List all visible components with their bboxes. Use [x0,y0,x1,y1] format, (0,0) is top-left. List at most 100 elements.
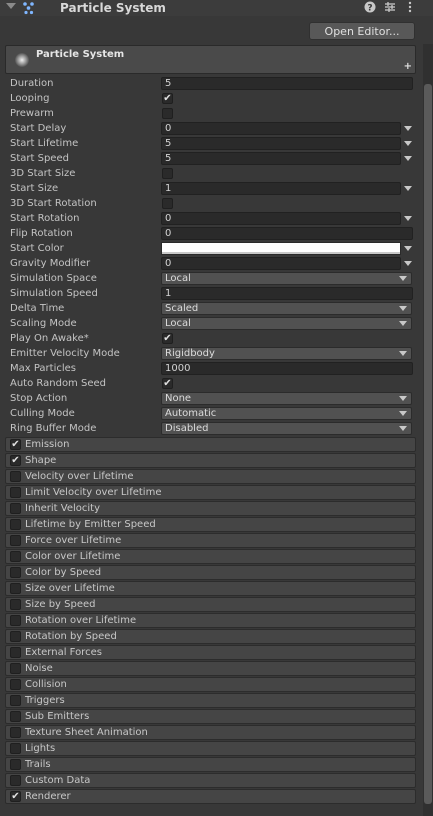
module-name-emission: Emission [25,439,70,450]
property-popup-simulation-space[interactable]: Local [161,272,412,285]
property-row-play-on-awake: Play On Awake* ✔ [0,331,420,346]
module-toggle-custom-data[interactable] [10,775,21,786]
module-name-size-by-speed: Size by Speed [25,599,96,610]
module-toggle-size-over-lifetime[interactable] [10,583,21,594]
scrollbar[interactable] [423,44,433,816]
property-field-start-size[interactable]: 1 [161,182,401,195]
module-noise[interactable]: Noise [5,661,416,676]
module-emission[interactable]: ✔ Emission [5,437,416,452]
module-lifetime-by-emitter-speed[interactable]: Lifetime by Emitter Speed [5,517,416,532]
open-editor-button[interactable]: Open Editor... [309,22,415,40]
module-toggle-velocity-over-lifetime[interactable] [10,471,21,482]
main-module-header[interactable]: Particle System + [5,45,416,74]
property-checkbox-3d-start-rotation[interactable] [162,198,173,209]
module-toggle-shape[interactable]: ✔ [10,455,21,466]
property-field-duration[interactable]: 5 [161,77,413,90]
property-checkbox-prewarm[interactable] [162,108,173,119]
module-rotation-over-lifetime[interactable]: Rotation over Lifetime [5,613,416,628]
module-external-forces[interactable]: External Forces [5,645,416,660]
curve-mode-dropdown-icon[interactable] [404,186,412,191]
add-module-icon[interactable]: + [404,61,412,72]
curve-mode-dropdown-icon[interactable] [404,216,412,221]
module-rotation-by-speed[interactable]: Rotation by Speed [5,629,416,644]
curve-mode-dropdown-icon[interactable] [404,141,412,146]
module-toggle-triggers[interactable] [10,695,21,706]
module-size-over-lifetime[interactable]: Size over Lifetime [5,581,416,596]
more-icon[interactable] [403,1,416,14]
module-limit-velocity-over-lifetime[interactable]: Limit Velocity over Lifetime [5,485,416,500]
module-toggle-force-over-lifetime[interactable] [10,535,21,546]
module-size-by-speed[interactable]: Size by Speed [5,597,416,612]
property-label-prewarm: Prewarm [10,108,54,119]
module-inherit-velocity[interactable]: Inherit Velocity [5,501,416,516]
module-toggle-renderer[interactable]: ✔ [10,791,21,802]
property-field-start-lifetime[interactable]: 5 [161,137,401,150]
property-popup-scaling-mode[interactable]: Local [161,317,412,330]
module-name-triggers: Triggers [25,695,65,706]
property-label-ring-buffer-mode: Ring Buffer Mode [10,423,97,434]
property-popup-culling-mode[interactable]: Automatic [161,407,412,420]
property-field-flip-rotation[interactable]: 0 [161,227,413,240]
module-toggle-sub-emitters[interactable] [10,711,21,722]
chevron-down-icon [399,276,407,281]
help-icon[interactable]: ? [363,1,376,14]
property-row-start-color: Start Color [0,241,420,256]
module-custom-data[interactable]: Custom Data [5,773,416,788]
property-popup-emitter-velocity-mode[interactable]: Rigidbody [161,347,412,360]
module-toggle-limit-velocity-over-lifetime[interactable] [10,487,21,498]
property-checkbox-play-on-awake[interactable]: ✔ [162,333,173,344]
module-toggle-collision[interactable] [10,679,21,690]
module-toggle-color-over-lifetime[interactable] [10,551,21,562]
module-toggle-noise[interactable] [10,663,21,674]
module-triggers[interactable]: Triggers [5,693,416,708]
module-toggle-lights[interactable] [10,743,21,754]
module-toggle-inherit-velocity[interactable] [10,503,21,514]
property-popup-delta-time[interactable]: Scaled [161,302,412,315]
module-texture-sheet-animation[interactable]: Texture Sheet Animation [5,725,416,740]
module-toggle-texture-sheet-animation[interactable] [10,727,21,738]
property-field-start-delay[interactable]: 0 [161,122,401,135]
property-color-start-color[interactable] [161,242,401,255]
property-field-start-speed[interactable]: 5 [161,152,401,165]
module-collision[interactable]: Collision [5,677,416,692]
property-field-max-particles[interactable]: 1000 [161,362,413,375]
svg-text:?: ? [367,3,372,13]
property-checkbox-auto-random-seed[interactable]: ✔ [162,378,173,389]
component-title: Particle System [60,1,166,15]
module-name-shape: Shape [25,455,57,466]
module-velocity-over-lifetime[interactable]: Velocity over Lifetime [5,469,416,484]
module-color-by-speed[interactable]: Color by Speed [5,565,416,580]
curve-mode-dropdown-icon[interactable] [404,261,412,266]
property-checkbox-looping[interactable]: ✔ [162,93,173,104]
curve-mode-dropdown-icon[interactable] [404,126,412,131]
module-renderer[interactable]: ✔ Renderer [5,789,416,804]
property-popup-ring-buffer-mode[interactable]: Disabled [161,422,412,435]
module-shape[interactable]: ✔ Shape [5,453,416,468]
chevron-down-icon [399,426,407,431]
scrollbar-thumb[interactable] [424,84,432,804]
property-field-start-rotation[interactable]: 0 [161,212,401,225]
curve-mode-dropdown-icon[interactable] [404,156,412,161]
property-checkbox-3d-start-size[interactable] [162,168,173,179]
module-toggle-rotation-over-lifetime[interactable] [10,615,21,626]
module-force-over-lifetime[interactable]: Force over Lifetime [5,533,416,548]
property-label-3d-start-size: 3D Start Size [10,168,76,179]
module-toggle-rotation-by-speed[interactable] [10,631,21,642]
module-toggle-lifetime-by-emitter-speed[interactable] [10,519,21,530]
module-lights[interactable]: Lights [5,741,416,756]
module-toggle-emission[interactable]: ✔ [10,439,21,450]
property-field-simulation-speed[interactable]: 1 [161,287,413,300]
property-popup-stop-action[interactable]: None [161,392,412,405]
module-toggle-trails[interactable] [10,759,21,770]
module-toggle-external-forces[interactable] [10,647,21,658]
module-sub-emitters[interactable]: Sub Emitters [5,709,416,724]
module-color-over-lifetime[interactable]: Color over Lifetime [5,549,416,564]
color-mode-dropdown-icon[interactable] [404,246,412,251]
module-toggle-size-by-speed[interactable] [10,599,21,610]
module-toggle-color-by-speed[interactable] [10,567,21,578]
preset-icon[interactable] [383,1,396,14]
property-label-flip-rotation: Flip Rotation [10,228,73,239]
module-trails[interactable]: Trails [5,757,416,772]
foldout-arrow-icon[interactable] [6,3,16,9]
property-field-gravity-modifier[interactable]: 0 [161,257,401,270]
